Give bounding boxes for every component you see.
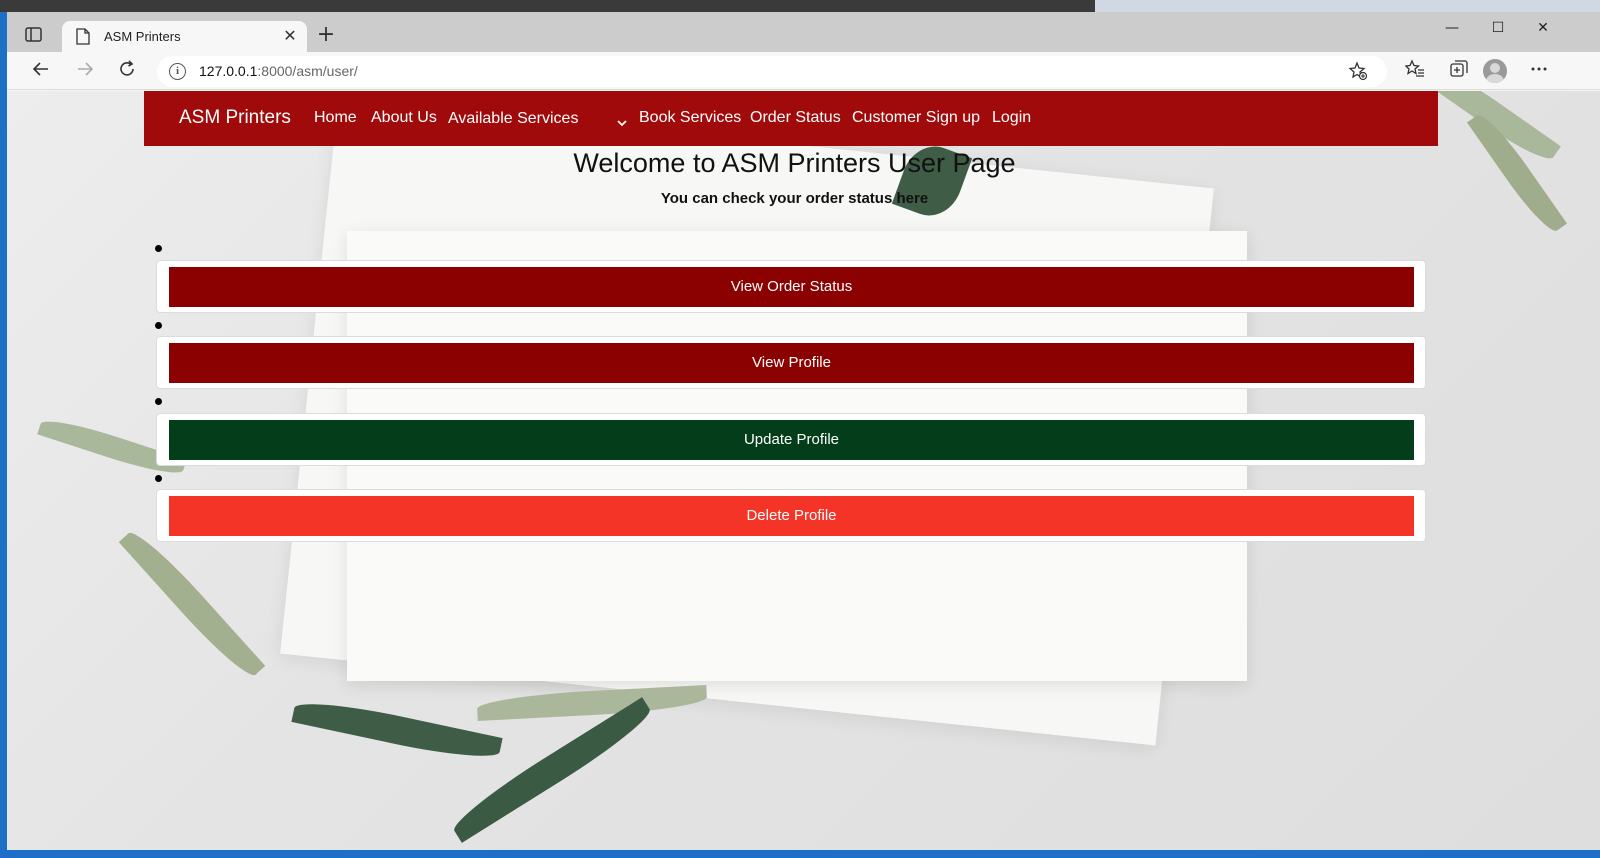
brand-link[interactable]: ASM Printers — [179, 107, 291, 129]
desktop-strip — [1095, 0, 1600, 12]
nav-login[interactable]: Login — [992, 109, 1031, 127]
add-favorite-icon[interactable] — [1347, 61, 1369, 83]
view-order-status-button[interactable]: View Order Status — [169, 267, 1414, 307]
list-bullet — [155, 245, 162, 252]
page-viewport: ASM Printers Home About Us Available Ser… — [7, 91, 1600, 850]
tab-actions-icon[interactable] — [23, 24, 45, 46]
chevron-down-icon[interactable] — [617, 113, 627, 127]
tab-close-icon[interactable]: ✕ — [280, 26, 300, 46]
page-title: Welcome to ASM Printers User Page — [573, 148, 1016, 178]
list-bullet — [155, 475, 162, 482]
nav-book-services[interactable]: Book Services — [639, 109, 741, 127]
maximize-icon[interactable]: ☐ — [1478, 16, 1518, 40]
list-bullet — [155, 322, 162, 329]
forward-icon[interactable] — [71, 58, 99, 86]
document-icon — [76, 28, 90, 45]
page-subtitle: You can check your order status here — [660, 190, 929, 207]
back-icon[interactable] — [27, 58, 55, 86]
browser-window: ASM Printers ✕ + — ☐ ✕ i 127.0.0.1:8000/… — [6, 12, 1600, 850]
browser-toolbar: i 127.0.0.1:8000/asm/user/ — [7, 52, 1600, 90]
more-options-icon[interactable] — [1526, 59, 1552, 85]
nav-customer-sign-up[interactable]: Customer Sign up — [852, 109, 980, 127]
profile-avatar-icon[interactable] — [1483, 59, 1507, 83]
tab-title: ASM Printers — [104, 29, 181, 44]
active-tab[interactable]: ASM Printers ✕ — [62, 21, 307, 52]
site-navbar: ASM Printers Home About Us Available Ser… — [144, 91, 1438, 146]
url-path: :8000/asm/user/ — [257, 63, 358, 79]
favorites-icon[interactable] — [1402, 59, 1428, 85]
collections-icon[interactable] — [1446, 59, 1472, 85]
minimize-icon[interactable]: — — [1432, 16, 1472, 40]
nav-order-status[interactable]: Order Status — [750, 109, 841, 127]
list-bullet — [155, 398, 162, 405]
list-item: View Profile — [156, 336, 1426, 389]
view-profile-button[interactable]: View Profile — [169, 343, 1414, 383]
nav-home[interactable]: Home — [314, 109, 357, 127]
delete-profile-button[interactable]: Delete Profile — [169, 496, 1414, 536]
url-host: 127.0.0.1 — [199, 63, 258, 79]
list-item: Update Profile — [156, 413, 1426, 466]
taskbar-strip — [0, 0, 1095, 12]
address-bar[interactable]: i 127.0.0.1:8000/asm/user/ — [157, 56, 1387, 87]
url-text[interactable]: 127.0.0.1:8000/asm/user/ — [199, 63, 358, 79]
list-item: Delete Profile — [156, 489, 1426, 542]
update-profile-button[interactable]: Update Profile — [169, 420, 1414, 460]
tab-strip: ASM Printers ✕ + — ☐ ✕ — [7, 12, 1600, 52]
new-tab-icon[interactable]: + — [314, 24, 338, 48]
nav-about-us[interactable]: About Us — [371, 109, 437, 127]
list-item: View Order Status — [156, 260, 1426, 313]
nav-available-services[interactable]: Available Services — [448, 110, 578, 128]
refresh-icon[interactable] — [113, 58, 141, 86]
window-close-icon[interactable]: ✕ — [1523, 16, 1563, 40]
site-info-icon[interactable]: i — [169, 63, 186, 80]
